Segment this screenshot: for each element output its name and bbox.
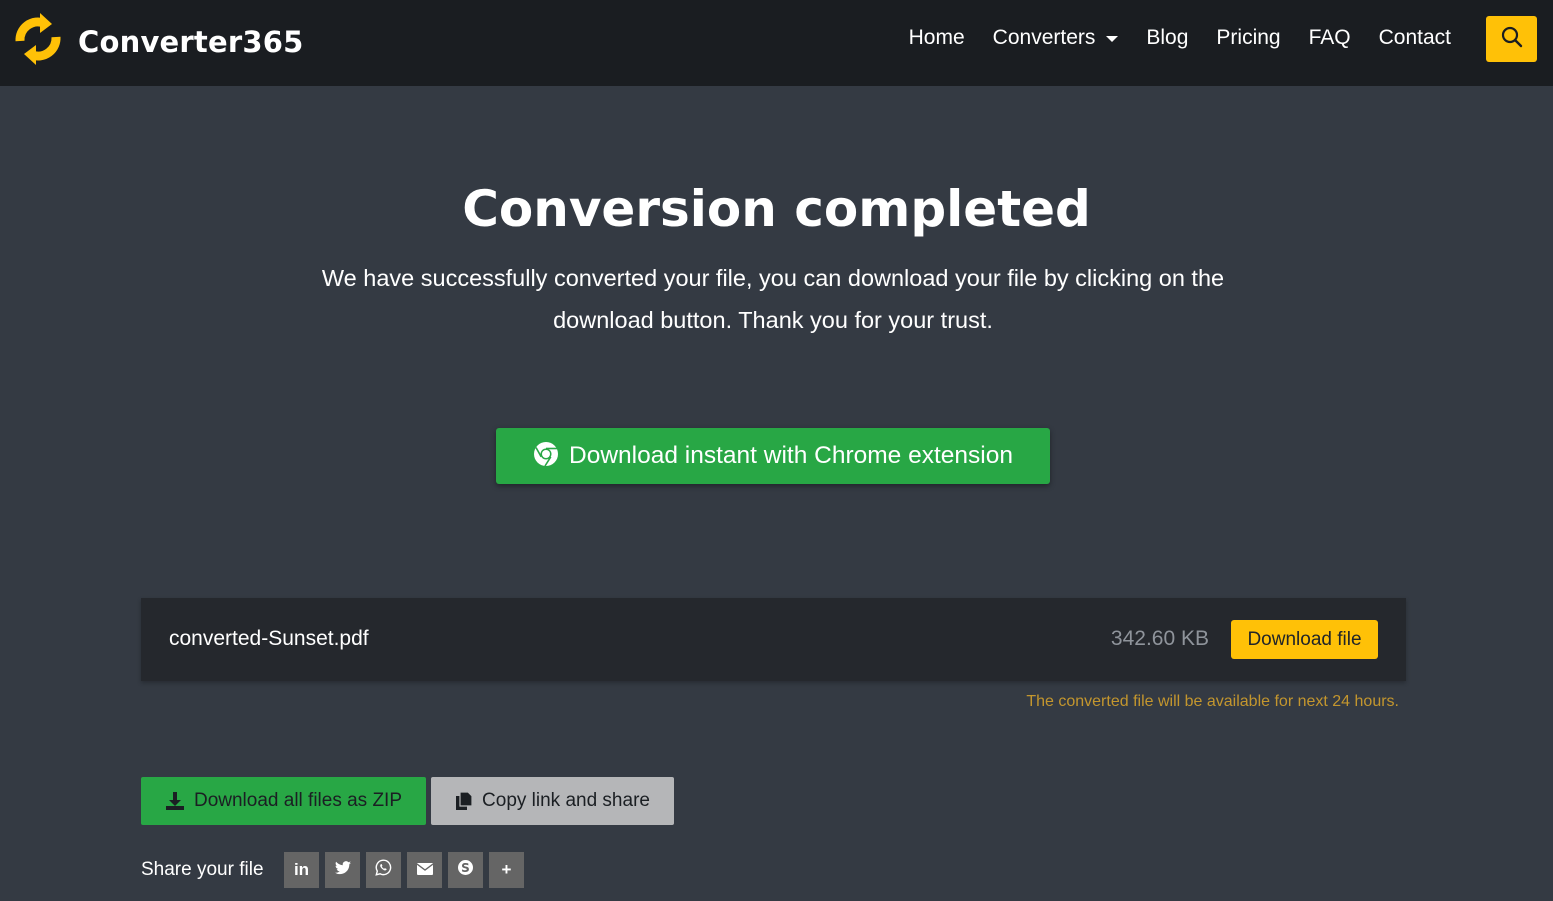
share-linkedin-button[interactable]: in xyxy=(284,852,319,888)
nav-home-label: Home xyxy=(908,26,965,49)
nav-faq-label: FAQ xyxy=(1308,26,1351,49)
nav-converters[interactable]: Converters xyxy=(993,26,1119,50)
share-more-button[interactable]: + xyxy=(489,852,524,888)
twitter-icon xyxy=(334,860,351,880)
nav-converters-label: Converters xyxy=(992,26,1096,49)
email-icon xyxy=(416,860,433,880)
share-label: Share your file xyxy=(141,859,264,880)
download-zip-label: Download all files as ZIP xyxy=(193,790,403,811)
download-icon xyxy=(165,791,185,811)
skype-icon: S xyxy=(457,859,474,881)
share-whatsapp-button[interactable] xyxy=(366,852,401,888)
main-nav: Home Converters Blog Pricing FAQ Contact xyxy=(881,26,1451,50)
brand-logo[interactable]: Converter365 xyxy=(10,11,304,72)
nav-faq[interactable]: FAQ xyxy=(1309,26,1351,50)
copy-link-label: Copy link and share xyxy=(482,790,650,811)
file-name: converted-Sunset.pdf xyxy=(169,627,369,650)
brand-name: Converter365 xyxy=(78,24,304,59)
search-icon xyxy=(1501,26,1523,53)
file-size: 342.60 KB xyxy=(1110,627,1209,650)
chrome-extension-button[interactable]: Download instant with Chrome extension xyxy=(496,428,1050,484)
copy-icon xyxy=(455,791,473,811)
share-email-button[interactable] xyxy=(407,852,442,888)
whatsapp-icon xyxy=(375,859,392,881)
linkedin-icon: in xyxy=(293,860,310,879)
share-buttons: in S + xyxy=(284,852,530,888)
file-row: converted-Sunset.pdf 342.60 KB Download … xyxy=(141,598,1406,681)
caret-down-icon xyxy=(1106,36,1119,42)
nav-pricing-label: Pricing xyxy=(1216,26,1281,49)
chrome-icon xyxy=(533,441,559,472)
page-title: Conversion completed xyxy=(462,180,1091,238)
share-skype-button[interactable]: S xyxy=(448,852,483,888)
plus-icon: + xyxy=(501,860,512,879)
page-subtitle: We have successfully converted your file… xyxy=(321,265,1225,333)
availability-note: The converted file will be available for… xyxy=(1026,693,1399,710)
refresh-arrows-icon xyxy=(10,11,66,72)
navbar: Converter365 Home Converters Blog Pricin… xyxy=(0,0,1553,86)
nav-blog[interactable]: Blog xyxy=(1146,26,1188,50)
share-twitter-button[interactable] xyxy=(325,852,360,888)
copy-link-button[interactable]: Copy link and share xyxy=(431,777,674,825)
svg-text:S: S xyxy=(461,861,470,875)
download-file-button[interactable]: Download file xyxy=(1231,620,1378,659)
nav-home[interactable]: Home xyxy=(909,26,965,50)
chrome-extension-button-label: Download instant with Chrome extension xyxy=(569,442,1013,469)
nav-contact-label: Contact xyxy=(1378,26,1451,49)
search-button[interactable] xyxy=(1486,16,1537,62)
nav-contact[interactable]: Contact xyxy=(1379,26,1451,50)
download-zip-button[interactable]: Download all files as ZIP xyxy=(141,777,426,825)
nav-pricing[interactable]: Pricing xyxy=(1216,26,1280,50)
nav-blog-label: Blog xyxy=(1146,26,1189,49)
